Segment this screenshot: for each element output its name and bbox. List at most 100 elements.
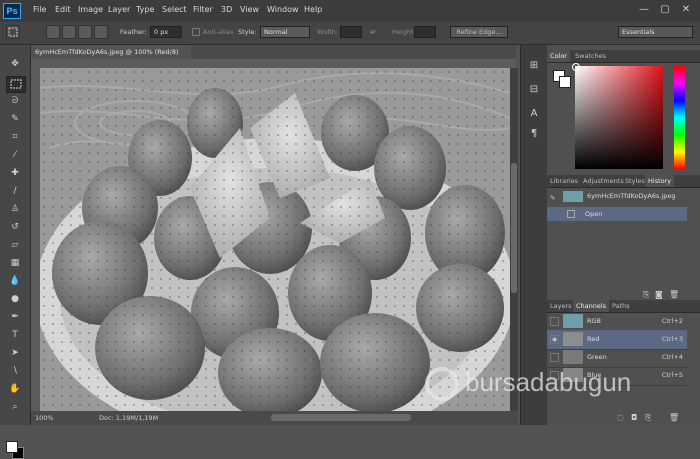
channel-shortcut: Ctrl+3 (661, 335, 683, 343)
tab-color[interactable]: Color (547, 50, 570, 62)
menu-filter[interactable]: Filter (193, 5, 213, 14)
menu-type[interactable]: Type (136, 5, 154, 14)
refine-edge-button[interactable]: Refine Edge... (450, 26, 508, 38)
menu-bar: Ps File Edit Image Layer Type Select Fil… (0, 0, 700, 23)
tab-channels[interactable]: Channels (573, 300, 610, 312)
vertical-scrollbar[interactable] (510, 68, 518, 411)
type-tool-icon[interactable]: T (6, 328, 24, 343)
marquee-preset-icon[interactable] (6, 25, 20, 39)
swap-icon[interactable]: ⇄ (370, 28, 375, 36)
horizontal-scroll-thumb[interactable] (271, 414, 411, 421)
brush-tool-icon[interactable]: ∕ (6, 184, 24, 199)
color-picker-cursor[interactable] (572, 63, 580, 71)
new-channel-icon[interactable]: ⎘ (645, 413, 651, 423)
pen-tool-icon[interactable]: ✒ (6, 310, 24, 325)
height-input[interactable] (414, 26, 436, 38)
width-label: Width: (317, 28, 339, 36)
tab-swatches[interactable]: Swatches (572, 50, 609, 62)
intersect-selection-icon[interactable] (94, 25, 108, 39)
line-tool-icon[interactable]: ∖ (6, 364, 24, 379)
menu-file[interactable]: File (33, 5, 46, 14)
channel-shortcut: Ctrl+2 (661, 317, 683, 325)
status-bar: 100% Doc: 1,19M/1,19M (31, 411, 518, 425)
menu-view[interactable]: View (240, 5, 259, 14)
save-selection-icon[interactable]: ◘ (631, 413, 637, 422)
eraser-icon[interactable]: ▱ (6, 238, 24, 253)
new-document-from-state-icon[interactable]: ⎘ (643, 290, 649, 300)
tab-libraries[interactable]: Libraries (547, 175, 581, 187)
options-bar: Feather: 0 px Anti-alias Style: Normal W… (0, 22, 700, 45)
channel-row-rgb[interactable]: RGB Ctrl+2 (547, 312, 687, 332)
vertical-scroll-thumb[interactable] (511, 163, 517, 293)
foreground-color-swatch[interactable] (6, 441, 18, 453)
doc-size: Doc: 1,19M/1,19M (99, 414, 159, 422)
color-field[interactable] (572, 63, 663, 169)
history-brush-source-icon[interactable]: ✎ (550, 191, 559, 202)
tab-paths[interactable]: Paths (609, 300, 633, 312)
quick-selection-icon[interactable]: ✎ (6, 112, 24, 127)
delete-channel-icon[interactable]: 🗑 (669, 413, 679, 422)
gradient-tool-icon[interactable]: ▦ (6, 256, 24, 271)
dodge-tool-icon[interactable]: ● (6, 292, 24, 307)
new-snapshot-icon[interactable]: ◙ (655, 290, 663, 299)
menu-select[interactable]: Select (162, 5, 187, 14)
color-panel-tabs: Color Swatches (547, 50, 700, 63)
document-canvas[interactable] (40, 68, 510, 411)
strawberry-photo (40, 68, 510, 411)
menu-image[interactable]: Image (78, 5, 103, 14)
feather-input[interactable]: 0 px (150, 26, 182, 38)
antialias-checkbox[interactable] (192, 28, 200, 36)
properties-panel-icon[interactable]: ⊟ (527, 83, 541, 97)
path-selection-icon[interactable]: ➤ (6, 346, 24, 361)
hand-tool-icon[interactable]: ✋ (6, 382, 24, 397)
load-selection-icon[interactable]: ◌ (617, 413, 624, 422)
history-state-label: Open (585, 210, 603, 218)
lasso-tool-icon[interactable]: ᘐ (6, 94, 24, 109)
tab-styles[interactable]: Styles (622, 175, 648, 187)
close-button[interactable]: ✕ (676, 2, 696, 18)
menu-layer[interactable]: Layer (108, 5, 130, 14)
menu-window[interactable]: Window (267, 5, 299, 14)
workspace-select[interactable]: Essentials (618, 26, 693, 38)
add-selection-icon[interactable] (62, 25, 76, 39)
visibility-toggle[interactable] (550, 353, 559, 362)
watermark: bursadabugun (425, 365, 695, 405)
channel-row-red[interactable]: ◉ Red Ctrl+3 (547, 330, 687, 350)
history-snapshot[interactable]: ✎ 6ymHcEmTfdKoDyA6s.jpeg (547, 189, 687, 203)
menu-help[interactable]: Help (304, 5, 322, 14)
visibility-toggle[interactable] (550, 317, 559, 326)
menu-3d[interactable]: 3D (221, 5, 232, 14)
paragraph-panel-icon[interactable]: ¶ (527, 127, 541, 141)
tab-history[interactable]: History (645, 175, 675, 187)
minimize-button[interactable]: — (634, 2, 654, 18)
snapshot-thumbnail (563, 191, 583, 202)
maximize-button[interactable]: ▢ (655, 2, 675, 18)
tab-layers[interactable]: Layers (547, 300, 575, 312)
hue-slider[interactable] (674, 66, 685, 169)
subtract-selection-icon[interactable] (78, 25, 92, 39)
crop-tool-icon[interactable]: ⌗ (6, 130, 24, 145)
width-input[interactable] (340, 26, 362, 38)
zoom-level[interactable]: 100% (35, 414, 54, 422)
rectangular-marquee-icon[interactable] (6, 76, 26, 93)
watermark-text: bursadabugun (465, 367, 632, 397)
menu-edit[interactable]: Edit (55, 5, 71, 14)
history-panel-icon[interactable]: ⊞ (527, 59, 541, 73)
blur-tool-icon[interactable]: 💧 (6, 274, 24, 289)
color-background-swatch[interactable] (559, 76, 571, 88)
character-panel-icon[interactable]: A (527, 107, 541, 121)
visibility-eye-icon[interactable]: ◉ (550, 335, 559, 344)
delete-state-icon[interactable]: 🗑 (669, 290, 679, 299)
clone-stamp-icon[interactable]: ♙ (6, 202, 24, 217)
history-brush-icon[interactable]: ↺ (6, 220, 24, 235)
document-tab[interactable]: 6ymHcEmTfdKoDyA6s.jpeg @ 100% (Red/8) × (31, 45, 191, 70)
healing-brush-icon[interactable]: ✚ (6, 166, 24, 181)
document-state-icon (567, 210, 575, 218)
history-state-open[interactable]: Open (547, 207, 687, 221)
zoom-tool-icon[interactable]: ⌕ (6, 400, 24, 415)
move-tool-icon[interactable]: ✥ (6, 57, 24, 72)
style-select[interactable]: Normal (260, 26, 310, 38)
tab-adjustments[interactable]: Adjustments (580, 175, 627, 187)
new-selection-icon[interactable] (46, 25, 60, 39)
eyedropper-icon[interactable]: ⁄ (6, 148, 24, 163)
